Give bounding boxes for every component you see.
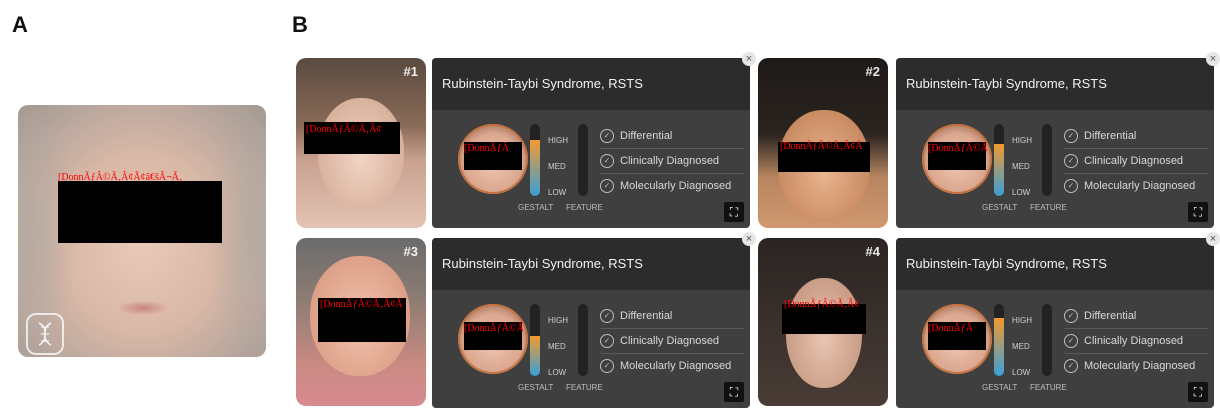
close-icon[interactable]: × bbox=[1206, 232, 1220, 246]
feature-label: FEATURE bbox=[566, 383, 603, 392]
level-labels: HIGH MED LOW bbox=[548, 316, 568, 377]
check-circle-icon: ✓ bbox=[600, 359, 614, 373]
option-clinically-diagnosed[interactable]: ✓ Clinically Diagnosed bbox=[600, 329, 744, 354]
feature-label: FEATURE bbox=[1030, 383, 1067, 392]
feature-meter bbox=[578, 124, 588, 196]
syndrome-face-thumbnail[interactable]: [DonnÃƒÂ©Ã bbox=[458, 304, 528, 374]
patient-number: #4 bbox=[865, 244, 880, 259]
gestalt-label: GESTALT bbox=[518, 383, 554, 392]
censor-text: [DonnÃƒÂ bbox=[928, 323, 973, 334]
censor-text: [DonnÃƒÂ©Ã‚Â¢Ã bbox=[780, 141, 863, 152]
gestalt-label: GESTALT bbox=[982, 203, 1018, 212]
feature-label: FEATURE bbox=[1030, 203, 1067, 212]
check-circle-icon: ✓ bbox=[1064, 179, 1078, 193]
option-clinically-diagnosed[interactable]: ✓ Clinically Diagnosed bbox=[1064, 329, 1208, 354]
syndrome-card-2[interactable]: Rubinstein-Taybi Syndrome, RSTS × [DonnÃ… bbox=[896, 52, 1220, 228]
syndrome-card-1[interactable]: Rubinstein-Taybi Syndrome, RSTS × [DonnÃ… bbox=[432, 52, 756, 228]
option-molecularly-diagnosed[interactable]: ✓ Molecularly Diagnosed bbox=[1064, 174, 1208, 198]
expand-icon[interactable]: ⛶ bbox=[1188, 382, 1208, 402]
check-circle-icon: ✓ bbox=[1064, 129, 1078, 143]
expand-icon[interactable]: ⛶ bbox=[724, 382, 744, 402]
censor-text: [DonnÃƒÂ©Ã‚Â¢ bbox=[306, 124, 382, 135]
option-clinically-diagnosed[interactable]: ✓ Clinically Diagnosed bbox=[600, 149, 744, 174]
check-circle-icon: ✓ bbox=[1064, 154, 1078, 168]
expand-icon[interactable]: ⛶ bbox=[1188, 202, 1208, 222]
check-circle-icon: ✓ bbox=[600, 179, 614, 193]
option-molecularly-diagnosed[interactable]: ✓ Molecularly Diagnosed bbox=[600, 174, 744, 198]
check-circle-icon: ✓ bbox=[1064, 359, 1078, 373]
censor-text: [DonnÃƒÂ bbox=[464, 143, 509, 154]
syndrome-title: Rubinstein-Taybi Syndrome, RSTS bbox=[906, 76, 1107, 91]
syndrome-title: Rubinstein-Taybi Syndrome, RSTS bbox=[906, 256, 1107, 271]
syndrome-face-thumbnail[interactable]: [DonnÃƒÂ bbox=[458, 124, 528, 194]
censor-bar bbox=[58, 181, 222, 243]
feature-meter bbox=[1042, 304, 1052, 376]
level-labels: HIGH MED LOW bbox=[1012, 316, 1032, 377]
option-molecularly-diagnosed[interactable]: ✓ Molecularly Diagnosed bbox=[600, 354, 744, 378]
syndrome-face-thumbnail[interactable]: [DonnÃƒÂ©Ã bbox=[922, 124, 992, 194]
patient-number: #1 bbox=[403, 64, 418, 79]
option-differential[interactable]: ✓ Differential bbox=[600, 124, 744, 149]
patient-photo-2: [DonnÃƒÂ©Ã‚Â¢Ã #2 bbox=[758, 58, 888, 228]
censor-text: [DonnÃƒÂ©Ã bbox=[464, 323, 524, 334]
card-header: Rubinstein-Taybi Syndrome, RSTS bbox=[432, 238, 750, 290]
level-labels: HIGH MED LOW bbox=[1012, 136, 1032, 197]
expand-icon[interactable]: ⛶ bbox=[724, 202, 744, 222]
option-differential[interactable]: ✓ Differential bbox=[1064, 124, 1208, 149]
gestalt-meter bbox=[530, 124, 540, 196]
patient-photo-3: [DonnÃƒÂ©Ã‚Â¢Ã #3 bbox=[296, 238, 426, 406]
feature-meter bbox=[578, 304, 588, 376]
dna-icon bbox=[26, 313, 64, 355]
option-molecularly-diagnosed[interactable]: ✓ Molecularly Diagnosed bbox=[1064, 354, 1208, 378]
check-circle-icon: ✓ bbox=[600, 309, 614, 323]
gestalt-meter bbox=[994, 304, 1004, 376]
syndrome-card-4[interactable]: Rubinstein-Taybi Syndrome, RSTS × [DonnÃ… bbox=[896, 232, 1220, 408]
option-clinically-diagnosed[interactable]: ✓ Clinically Diagnosed bbox=[1064, 149, 1208, 174]
close-icon[interactable]: × bbox=[1206, 52, 1220, 66]
patient-number: #3 bbox=[403, 244, 418, 259]
syndrome-title: Rubinstein-Taybi Syndrome, RSTS bbox=[442, 76, 643, 91]
censor-text: [DonnÃƒÂ©Ã‚Â¢ bbox=[784, 299, 860, 310]
card-header: Rubinstein-Taybi Syndrome, RSTS bbox=[896, 238, 1214, 290]
censor-text: [DonnÃƒÂ©Ã bbox=[928, 143, 988, 154]
panel-b-label: B bbox=[292, 12, 308, 37]
censor-text: [DonnÃƒÂ©Ã‚Â¢Ã bbox=[320, 299, 403, 310]
check-circle-icon: ✓ bbox=[600, 129, 614, 143]
syndrome-card-3[interactable]: Rubinstein-Taybi Syndrome, RSTS × [DonnÃ… bbox=[432, 232, 756, 408]
gestalt-label: GESTALT bbox=[982, 383, 1018, 392]
check-circle-icon: ✓ bbox=[1064, 334, 1078, 348]
gestalt-meter bbox=[530, 304, 540, 376]
syndrome-title: Rubinstein-Taybi Syndrome, RSTS bbox=[442, 256, 643, 271]
check-circle-icon: ✓ bbox=[600, 154, 614, 168]
close-icon[interactable]: × bbox=[742, 232, 756, 246]
close-icon[interactable]: × bbox=[742, 52, 756, 66]
check-circle-icon: ✓ bbox=[1064, 309, 1078, 323]
card-header: Rubinstein-Taybi Syndrome, RSTS bbox=[432, 58, 750, 110]
feature-label: FEATURE bbox=[566, 203, 603, 212]
patient-photo-1: [DonnÃƒÂ©Ã‚Â¢ #1 bbox=[296, 58, 426, 228]
gestalt-meter bbox=[994, 124, 1004, 196]
patient-number: #2 bbox=[865, 64, 880, 79]
check-circle-icon: ✓ bbox=[600, 334, 614, 348]
feature-meter bbox=[1042, 124, 1052, 196]
level-labels: HIGH MED LOW bbox=[548, 136, 568, 197]
option-differential[interactable]: ✓ Differential bbox=[600, 304, 744, 329]
panel-a-label: A bbox=[12, 12, 28, 37]
syndrome-face-thumbnail[interactable]: [DonnÃƒÂ bbox=[922, 304, 992, 374]
card-header: Rubinstein-Taybi Syndrome, RSTS bbox=[896, 58, 1214, 110]
censor-text: [DonnÃƒÂ©Ã‚Â¢Ã¢â€šÂ¬Ã‚ bbox=[58, 172, 183, 183]
gestalt-label: GESTALT bbox=[518, 203, 554, 212]
composite-face-image: [DonnÃƒÂ©Ã‚Â¢Ã¢â€šÂ¬Ã‚ bbox=[18, 105, 266, 357]
option-differential[interactable]: ✓ Differential bbox=[1064, 304, 1208, 329]
patient-photo-4: [DonnÃƒÂ©Ã‚Â¢ #4 bbox=[758, 238, 888, 406]
